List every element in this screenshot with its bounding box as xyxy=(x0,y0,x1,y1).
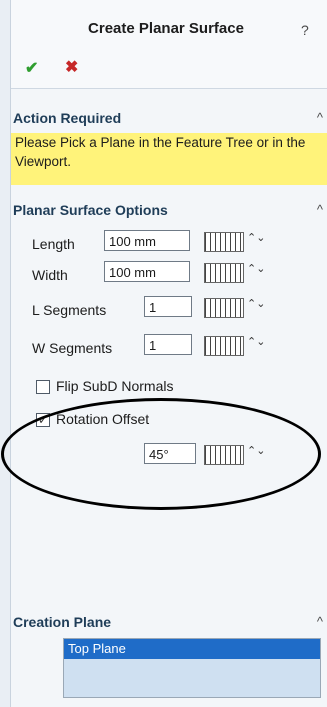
length-label: Length xyxy=(32,236,75,252)
l-segments-label: L Segments xyxy=(32,302,107,318)
options-header[interactable]: Planar Surface Options ^ xyxy=(11,196,327,224)
left-rail xyxy=(0,0,11,707)
length-input[interactable]: 100 mm xyxy=(104,230,190,251)
highlight-ellipse xyxy=(1,398,321,510)
w-segments-input[interactable]: 1 xyxy=(144,334,192,355)
w-segments-slider[interactable] xyxy=(204,336,244,356)
action-required-title: Action Required xyxy=(13,110,122,126)
l-segments-input[interactable]: 1 xyxy=(144,296,192,317)
l-segments-spinner[interactable]: ⌃⌄ xyxy=(247,299,265,319)
w-segments-spinner[interactable]: ⌃⌄ xyxy=(247,337,265,357)
action-required-header[interactable]: Action Required ^ xyxy=(11,104,327,132)
w-segments-label: W Segments xyxy=(32,340,113,356)
panel-title: Create Planar Surface xyxy=(88,20,244,37)
creation-plane-item[interactable]: Top Plane xyxy=(64,639,320,659)
property-panel: Create Planar Surface ? ✔ ✖ Action Requi… xyxy=(1,0,327,707)
panel-header: Create Planar Surface ? ✔ ✖ xyxy=(11,0,327,89)
creation-plane-list[interactable]: Top Plane xyxy=(63,638,321,698)
chevron-up-icon[interactable]: ^ xyxy=(317,614,323,629)
length-spinner[interactable]: ⌃⌄ xyxy=(247,233,265,253)
chevron-up-icon[interactable]: ^ xyxy=(317,110,323,125)
width-input[interactable]: 100 mm xyxy=(104,261,190,282)
length-slider[interactable] xyxy=(204,232,244,252)
help-icon[interactable]: ? xyxy=(301,22,317,38)
action-required-message: Please Pick a Plane in the Feature Tree … xyxy=(11,133,327,185)
flip-subd-normals-label: Flip SubD Normals xyxy=(56,378,174,394)
creation-plane-title: Creation Plane xyxy=(13,614,112,630)
creation-plane-header[interactable]: Creation Plane ^ xyxy=(11,608,327,636)
l-segments-slider[interactable] xyxy=(204,298,244,318)
options-title: Planar Surface Options xyxy=(13,202,168,218)
width-spinner[interactable]: ⌃⌄ xyxy=(247,264,265,284)
cancel-icon[interactable]: ✖ xyxy=(65,57,78,77)
flip-subd-normals-checkbox[interactable] xyxy=(36,380,50,394)
chevron-up-icon[interactable]: ^ xyxy=(317,202,323,217)
width-slider[interactable] xyxy=(204,263,244,283)
width-label: Width xyxy=(32,267,68,283)
confirm-icon[interactable]: ✔ xyxy=(25,58,38,78)
